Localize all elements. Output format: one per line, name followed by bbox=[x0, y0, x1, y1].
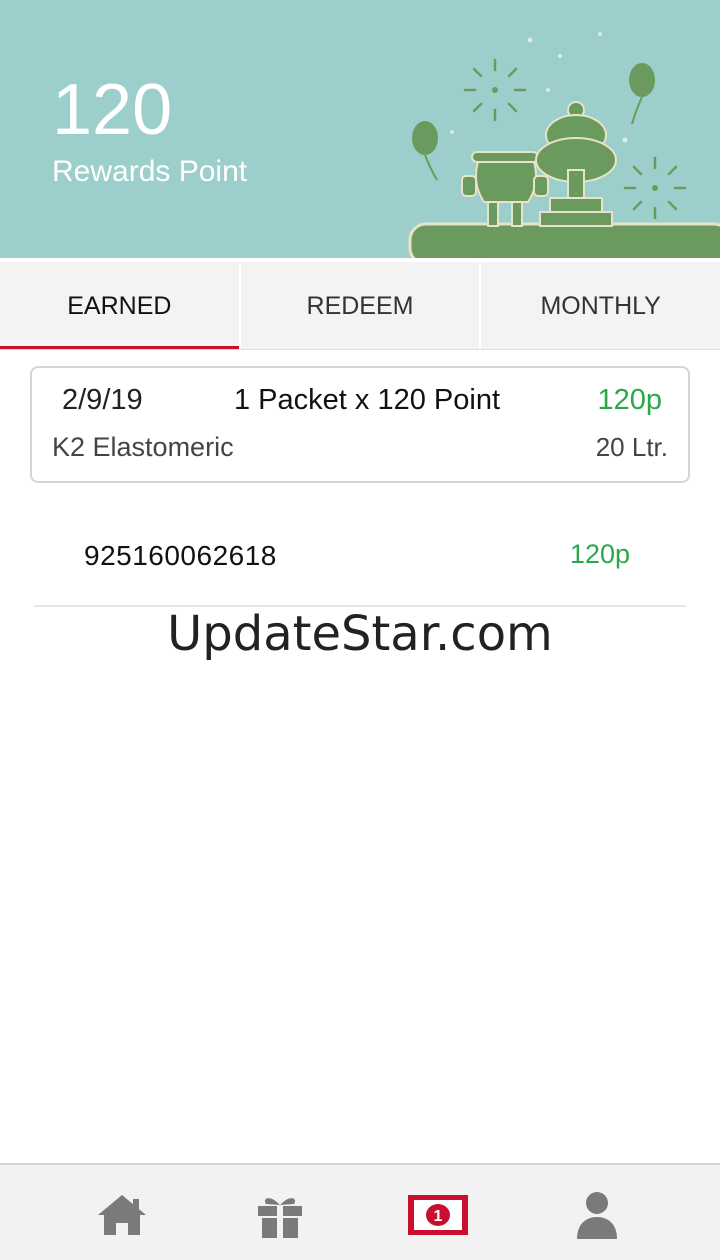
transaction-product: K2 Elastomeric bbox=[52, 432, 234, 462]
tab-monthly[interactable]: MONTHLY bbox=[481, 262, 720, 350]
svg-text:1: 1 bbox=[434, 1208, 443, 1225]
transaction-quantity: 1 Packet x 120 Point bbox=[234, 384, 500, 416]
celebration-illustration bbox=[408, 32, 720, 258]
tab-bar: EARNED REDEEM MONTHLY bbox=[0, 262, 720, 350]
tab-earned[interactable]: EARNED bbox=[0, 262, 241, 350]
coupon-code: 925160062618 bbox=[84, 540, 277, 571]
gift-icon[interactable] bbox=[248, 1185, 312, 1245]
transaction-card[interactable]: 2/9/19 1 Packet x 120 Point 120p K2 Elas… bbox=[30, 366, 690, 483]
money-icon[interactable]: 1 bbox=[406, 1185, 470, 1245]
user-icon[interactable] bbox=[565, 1185, 629, 1245]
tab-redeem[interactable]: REDEEM bbox=[241, 262, 482, 350]
tab-divider bbox=[0, 349, 720, 350]
bottom-nav: 1 bbox=[0, 1163, 720, 1260]
coupon-points: 120p bbox=[569, 539, 630, 569]
points-label: Rewards Point bbox=[52, 155, 248, 188]
transaction-points: 120p bbox=[597, 384, 662, 416]
transaction-size: 20 Ltr. bbox=[595, 432, 668, 462]
home-icon[interactable] bbox=[90, 1185, 154, 1245]
watermark: UpdateStar.com bbox=[167, 606, 553, 662]
transaction-date: 2/9/19 bbox=[62, 384, 143, 416]
points-value: 120 bbox=[52, 70, 173, 150]
rewards-header: 120 Rewards Point bbox=[0, 0, 720, 258]
